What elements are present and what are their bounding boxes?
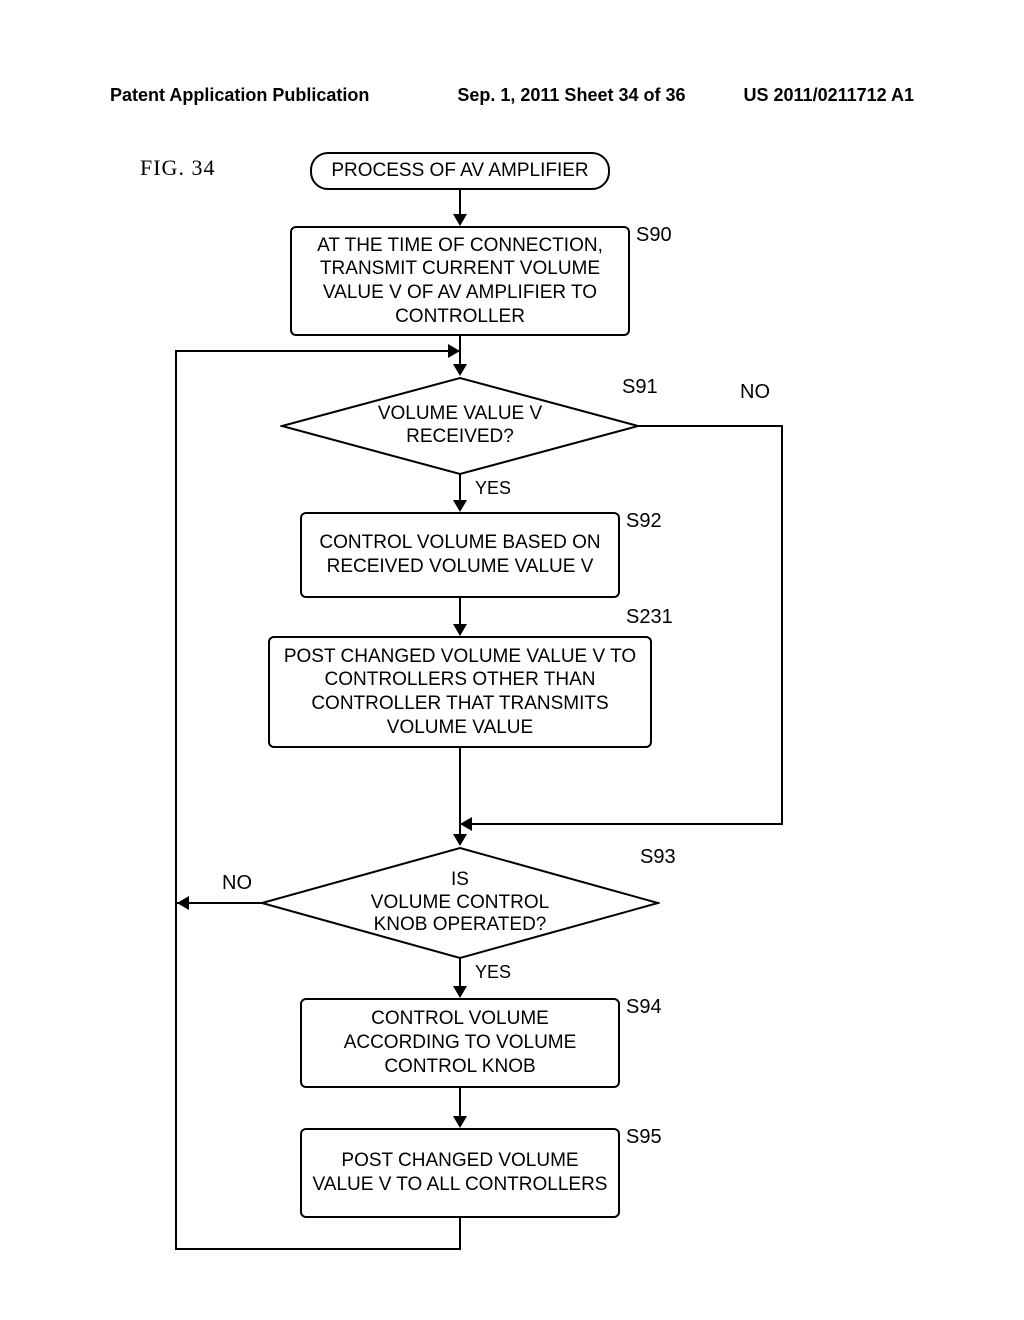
flowchart: PROCESS OF AV AMPLIFIER AT THE TIME OF C… bbox=[0, 140, 1024, 1300]
connector bbox=[459, 748, 461, 836]
flow-step-s90: AT THE TIME OF CONNECTION, TRANSMIT CURR… bbox=[290, 226, 630, 336]
branch-yes-s93: YES bbox=[475, 962, 511, 983]
connector bbox=[459, 190, 461, 216]
flow-step-s231-text: POST CHANGED VOLUME VALUE V TO CONTROLLE… bbox=[280, 645, 640, 740]
step-label-s95: S95 bbox=[626, 1126, 662, 1149]
connector bbox=[177, 902, 263, 904]
flow-step-s92: CONTROL VOLUME BASED ON RECEIVED VOLUME … bbox=[300, 512, 620, 598]
connector bbox=[459, 958, 461, 988]
flow-decision-s93-text: IS VOLUME CONTROL KNOB OPERATED? bbox=[260, 846, 660, 960]
arrow-down-icon bbox=[453, 834, 467, 846]
arrow-down-icon bbox=[453, 986, 467, 998]
flow-step-s92-text: CONTROL VOLUME BASED ON RECEIVED VOLUME … bbox=[312, 531, 608, 579]
step-label-s93: S93 bbox=[640, 846, 676, 869]
step-label-s231: S231 bbox=[626, 606, 673, 629]
step-label-s90: S90 bbox=[636, 224, 672, 247]
flow-decision-s91: VOLUME VALUE V RECEIVED? bbox=[280, 376, 640, 476]
connector bbox=[175, 350, 460, 352]
arrow-right-icon bbox=[448, 344, 460, 358]
step-label-s92: S92 bbox=[626, 510, 662, 533]
branch-no-s93: NO bbox=[222, 872, 252, 895]
flow-decision-s93: IS VOLUME CONTROL KNOB OPERATED? bbox=[260, 846, 660, 960]
connector bbox=[638, 425, 783, 427]
connector bbox=[175, 350, 177, 1250]
header-mid: Sep. 1, 2011 Sheet 34 of 36 bbox=[399, 85, 743, 106]
flow-start-text: PROCESS OF AV AMPLIFIER bbox=[331, 159, 588, 183]
step-label-s91: S91 bbox=[622, 376, 658, 399]
connector bbox=[459, 1088, 461, 1118]
flow-step-s94-text: CONTROL VOLUME ACCORDING TO VOLUME CONTR… bbox=[312, 1007, 608, 1078]
connector bbox=[781, 425, 783, 825]
connector bbox=[459, 598, 461, 626]
flow-step-s90-text: AT THE TIME OF CONNECTION, TRANSMIT CURR… bbox=[302, 234, 618, 329]
header-left: Patent Application Publication bbox=[110, 85, 369, 106]
connector bbox=[460, 823, 783, 825]
branch-yes-s91: YES bbox=[475, 478, 511, 499]
arrow-down-icon bbox=[453, 624, 467, 636]
arrow-left-icon bbox=[460, 817, 472, 831]
connector bbox=[175, 1248, 461, 1250]
arrow-down-icon bbox=[453, 500, 467, 512]
header-right: US 2011/0211712 A1 bbox=[744, 85, 914, 106]
flow-step-s94: CONTROL VOLUME ACCORDING TO VOLUME CONTR… bbox=[300, 998, 620, 1088]
flow-start: PROCESS OF AV AMPLIFIER bbox=[310, 152, 610, 190]
branch-no-s91: NO bbox=[740, 381, 770, 404]
flow-step-s95-text: POST CHANGED VOLUME VALUE V TO ALL CONTR… bbox=[312, 1149, 608, 1197]
flow-decision-s91-text: VOLUME VALUE V RECEIVED? bbox=[280, 376, 640, 476]
connector bbox=[459, 474, 461, 502]
patent-header: Patent Application Publication Sep. 1, 2… bbox=[0, 85, 1024, 106]
flow-step-s95: POST CHANGED VOLUME VALUE V TO ALL CONTR… bbox=[300, 1128, 620, 1218]
arrow-left-icon bbox=[177, 896, 189, 910]
arrow-down-icon bbox=[453, 1116, 467, 1128]
arrow-down-icon bbox=[453, 214, 467, 226]
connector bbox=[459, 1218, 461, 1250]
step-label-s94: S94 bbox=[626, 996, 662, 1019]
flow-step-s231: POST CHANGED VOLUME VALUE V TO CONTROLLE… bbox=[268, 636, 652, 748]
arrow-down-icon bbox=[453, 364, 467, 376]
